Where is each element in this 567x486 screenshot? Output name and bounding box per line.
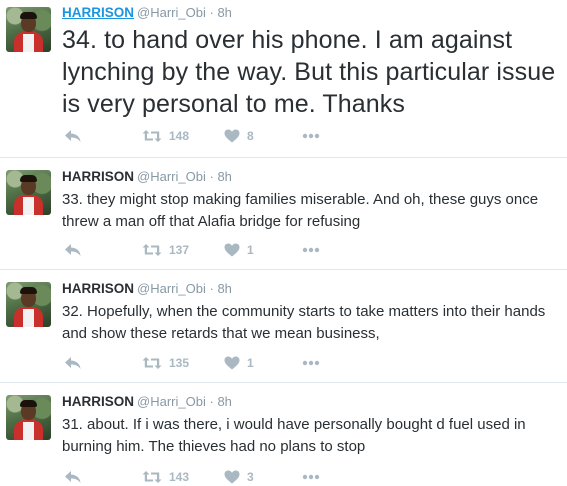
- tweet-actions: 143 3: [62, 468, 362, 486]
- reply-button[interactable]: [64, 354, 82, 372]
- timestamp[interactable]: 8h: [217, 169, 231, 184]
- more-options-button[interactable]: [302, 127, 320, 145]
- retweet-icon: [142, 129, 162, 143]
- like-count: 8: [247, 129, 254, 143]
- author-name[interactable]: HARRISON: [62, 5, 134, 20]
- author-handle[interactable]: @Harri_Obi: [137, 281, 206, 296]
- retweet-count: 148: [169, 129, 190, 143]
- avatar[interactable]: [6, 282, 51, 327]
- separator-dot: ·: [209, 5, 214, 20]
- retweet-button[interactable]: 148: [142, 127, 189, 145]
- author-name[interactable]: HARRISON: [62, 281, 134, 296]
- like-count: 1: [247, 356, 254, 370]
- tweet[interactable]: HARRISON @Harri_Obi · 8h 34. to hand over…: [0, 0, 567, 158]
- author-name[interactable]: HARRISON: [62, 169, 134, 184]
- tweet-text: 33. they might stop making families mise…: [62, 191, 539, 230]
- retweet-count: 137: [169, 243, 190, 257]
- avatar[interactable]: [6, 170, 51, 215]
- more-icon: [302, 360, 320, 366]
- avatar[interactable]: [6, 7, 51, 52]
- reply-button[interactable]: [64, 241, 82, 259]
- heart-icon: [224, 243, 240, 257]
- tweet[interactable]: HARRISON @Harri_Obi · 8h 31. about. If i …: [0, 383, 567, 484]
- like-button[interactable]: 3: [224, 468, 254, 486]
- author-handle[interactable]: @Harri_Obi: [137, 394, 206, 409]
- tweet-actions: 148 8: [62, 127, 362, 145]
- tweet-text: 31. about. If i was there, i would have …: [62, 416, 526, 455]
- timestamp[interactable]: 8h: [217, 394, 231, 409]
- like-button[interactable]: 1: [224, 354, 254, 372]
- tweet-header: HARRISON @Harri_Obi · 8h: [62, 394, 232, 409]
- like-count: 1: [247, 243, 254, 257]
- tweet-header: HARRISON @Harri_Obi · 8h: [62, 281, 232, 296]
- retweet-icon: [142, 243, 162, 257]
- tweet[interactable]: HARRISON @Harri_Obi · 8h 33. they might s…: [0, 158, 567, 270]
- reply-icon: [64, 129, 82, 143]
- retweet-button[interactable]: 137: [142, 241, 189, 259]
- tweet-timeline: HARRISON @Harri_Obi · 8h 34. to hand over…: [0, 0, 567, 484]
- reply-icon: [64, 470, 82, 484]
- tweet-text: 32. Hopefully, when the community starts…: [62, 303, 546, 342]
- author-name[interactable]: HARRISON: [62, 394, 134, 409]
- retweet-button[interactable]: 135: [142, 354, 189, 372]
- tweet-header: HARRISON @Harri_Obi · 8h: [62, 5, 232, 20]
- reply-icon: [64, 356, 82, 370]
- more-icon: [302, 247, 320, 253]
- avatar[interactable]: [6, 395, 51, 440]
- like-count: 3: [247, 470, 254, 484]
- retweet-button[interactable]: 143: [142, 468, 189, 486]
- reply-icon: [64, 243, 82, 257]
- author-handle[interactable]: @Harri_Obi: [137, 169, 206, 184]
- tweet[interactable]: HARRISON @Harri_Obi · 8h 32. Hopefully, w…: [0, 270, 567, 383]
- tweet-actions: 137 1: [62, 241, 362, 259]
- more-options-button[interactable]: [302, 241, 320, 259]
- timestamp[interactable]: 8h: [217, 281, 231, 296]
- retweet-count: 135: [169, 356, 190, 370]
- more-options-button[interactable]: [302, 354, 320, 372]
- separator-dot: ·: [209, 169, 214, 184]
- more-icon: [302, 474, 320, 480]
- retweet-icon: [142, 470, 162, 484]
- timestamp[interactable]: 8h: [217, 5, 231, 20]
- tweet-header: HARRISON @Harri_Obi · 8h: [62, 169, 232, 184]
- more-options-button[interactable]: [302, 468, 320, 486]
- heart-icon: [224, 356, 240, 370]
- like-button[interactable]: 1: [224, 241, 254, 259]
- retweet-icon: [142, 356, 162, 370]
- heart-icon: [224, 470, 240, 484]
- like-button[interactable]: 8: [224, 127, 254, 145]
- tweet-text: 34. to hand over his phone. I am against…: [62, 26, 556, 118]
- reply-button[interactable]: [64, 468, 82, 486]
- heart-icon: [224, 129, 240, 143]
- tweet-actions: 135 1: [62, 354, 362, 372]
- more-icon: [302, 133, 320, 139]
- retweet-count: 143: [169, 470, 190, 484]
- separator-dot: ·: [209, 394, 214, 409]
- author-handle[interactable]: @Harri_Obi: [137, 5, 206, 20]
- reply-button[interactable]: [64, 127, 82, 145]
- separator-dot: ·: [209, 281, 214, 296]
